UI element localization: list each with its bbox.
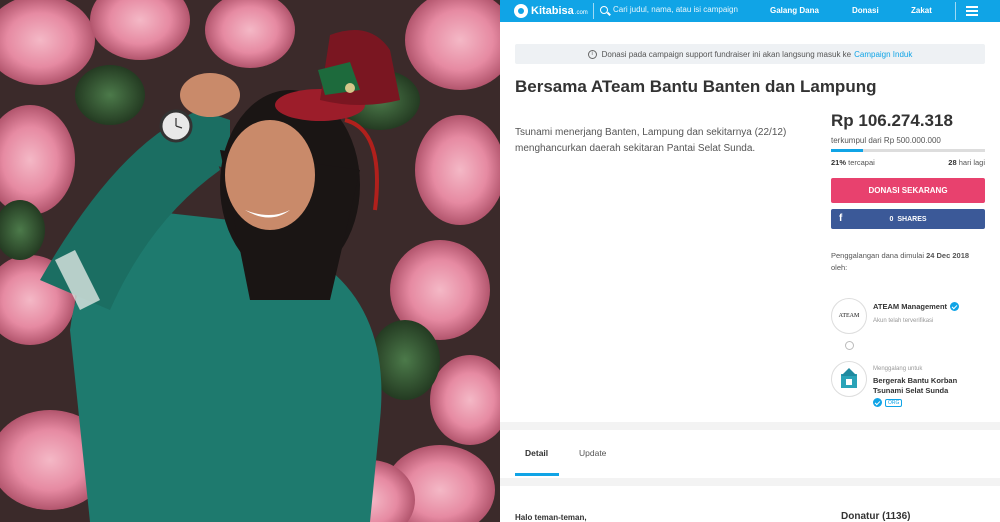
top-navigation: Kitabisa .com Cari judul, nama, atau isi… [500, 0, 1000, 22]
logo-domain: .com [574, 9, 588, 16]
hamburger-menu-icon[interactable] [966, 6, 978, 16]
kitabisa-logo[interactable]: Kitabisa .com [514, 3, 588, 19]
donate-now-button[interactable]: DONASI SEKARANG [831, 178, 985, 203]
nav-galang-dana[interactable]: Galang Dana [770, 6, 819, 15]
ateam-logo-text: ATEAM [838, 313, 860, 319]
content-body: Halo teman-teman, Donatur (1136) [500, 486, 1000, 522]
days-value: 28 [948, 158, 957, 167]
verified-icon [950, 302, 960, 311]
donors-heading: Donatur (1136) [841, 511, 911, 522]
campaign-induk-link[interactable]: Campaign Induk [854, 50, 912, 59]
ateam-logo-avatar[interactable]: ATEAM [831, 298, 867, 334]
started-label: Penggalangan dana dimulai [831, 251, 924, 260]
share-label: SHARES [897, 215, 927, 223]
tab-update[interactable]: Update [579, 448, 606, 458]
notice-text: Donasi pada campaign support fundraiser … [601, 49, 852, 59]
verified-account-label: Akun telah terverifikasi [873, 318, 934, 324]
nav-zakat[interactable]: Zakat [911, 6, 932, 15]
beneficiary-name[interactable]: Bergerak Bantu Korban Tsunami Selat Sund… [873, 376, 983, 396]
story-greeting: Halo teman-teman, [515, 513, 587, 522]
amount-collected: Rp 106.274.318 [831, 111, 953, 130]
search-input[interactable]: Cari judul, nama, atau isi campaign [613, 5, 738, 14]
share-count: 0 [889, 215, 894, 223]
fundraiser-name[interactable]: ATEAM Management [873, 302, 960, 311]
campaign-photo [0, 0, 500, 522]
org-badge: ORG [873, 398, 903, 407]
tab-detail[interactable]: Detail [525, 448, 548, 458]
campaign-started: Penggalangan dana dimulai 24 Dec 2018 ol… [831, 250, 985, 274]
days-label: hari lagi [958, 158, 985, 167]
info-icon: i [587, 49, 597, 59]
active-tab-indicator [515, 473, 559, 476]
progress-bar [831, 149, 985, 152]
screenshot-root: Kitabisa .com Cari judul, nama, atau isi… [0, 0, 1000, 522]
started-suffix: oleh: [831, 263, 848, 272]
org-tag: ORG [885, 398, 903, 407]
fundraiser-notice: i Donasi pada campaign support fundraise… [515, 44, 985, 64]
fundraiser-name-text: ATEAM Management [873, 302, 948, 311]
campaign-card: i Donasi pada campaign support fundraise… [500, 22, 1000, 422]
target-amount: terkumpul dari Rp 500.000.000 [831, 136, 941, 145]
verified-icon [873, 398, 882, 407]
days-left: 28 hari lagi [948, 158, 985, 167]
house-icon [841, 368, 857, 388]
started-date: 24 Dec 2018 [926, 251, 970, 260]
progress-fill [831, 149, 864, 152]
percent-reached: 21% tercapai [831, 158, 875, 167]
facebook-icon: f [839, 213, 843, 224]
nav-donasi[interactable]: Donasi [852, 6, 879, 15]
facebook-share-button[interactable]: f 0 SHARES [831, 209, 985, 229]
percent-value: 21% [831, 158, 847, 167]
beneficiary-label: Menggalang untuk [873, 366, 923, 372]
logo-text: Kitabisa [531, 5, 574, 17]
menu-divider [955, 2, 956, 20]
campaign-page: Kitabisa .com Cari judul, nama, atau isi… [500, 0, 1000, 522]
content-tabs: Detail Update [500, 430, 1000, 478]
campaign-title: Bersama ATeam Bantu Banten dan Lampung [515, 77, 877, 96]
logo-icon [514, 4, 528, 18]
campaign-description: Tsunami menerjang Banten, Lampung dan se… [515, 127, 787, 154]
link-icon [845, 341, 854, 350]
search-icon [600, 6, 608, 14]
percent-label: tercapai [848, 158, 875, 167]
nav-divider [593, 3, 594, 19]
